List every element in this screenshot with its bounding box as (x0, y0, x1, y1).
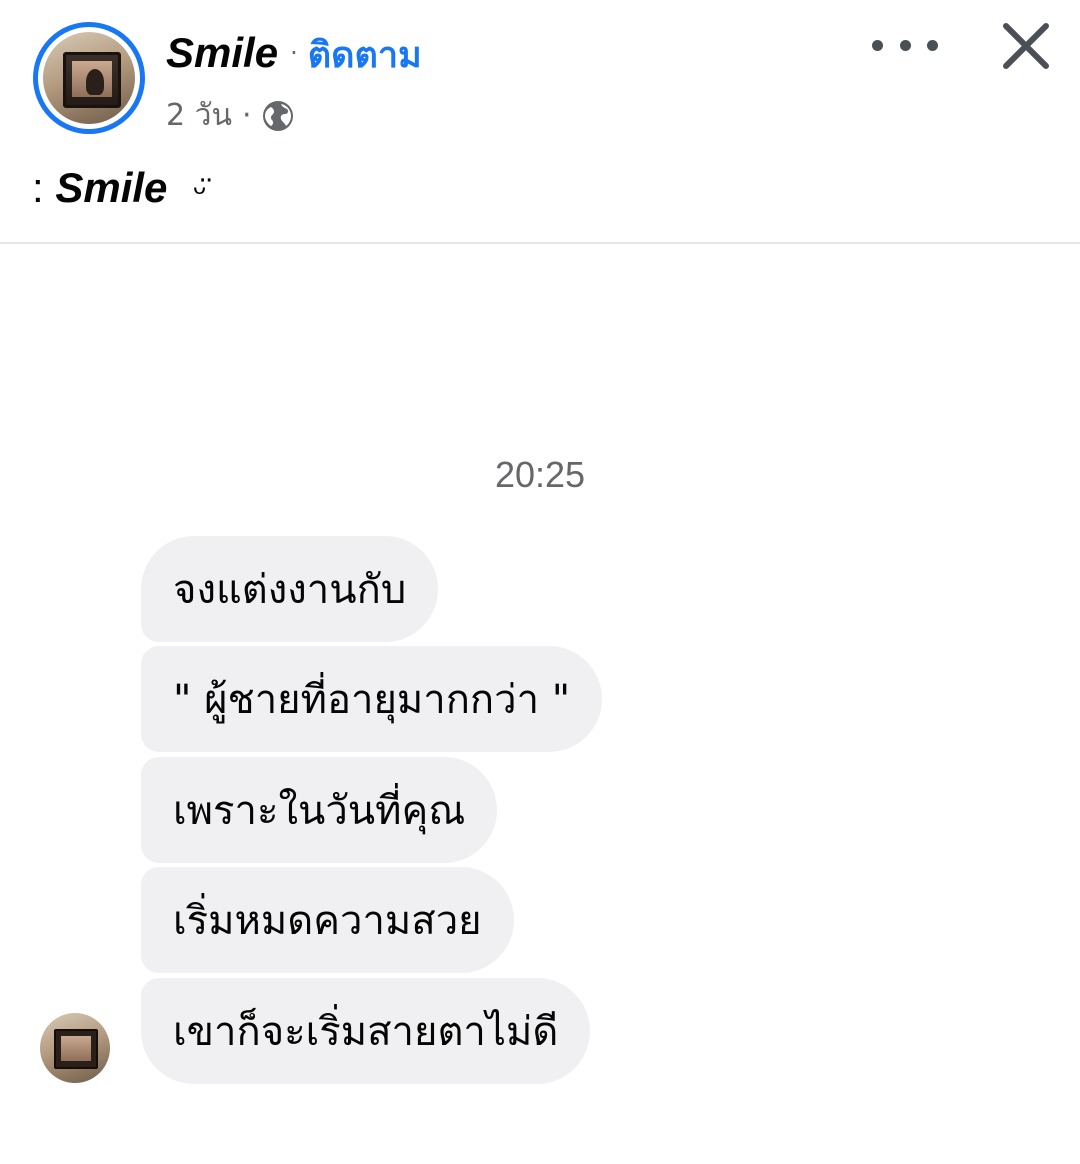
close-icon (1003, 23, 1049, 69)
meta-separator: · (241, 98, 252, 133)
sender-avatar (40, 1013, 110, 1083)
message-bubble: จงแต่งงานกับ (141, 536, 439, 642)
post-caption: : Smile ᵕ̈ (32, 164, 206, 212)
message-bubble: " ผู้ชายที่อายุมากกว่า " (141, 646, 603, 752)
author-avatar-image (43, 32, 135, 124)
divider (0, 242, 1080, 244)
author-name[interactable]: Smile (166, 29, 278, 77)
globe-icon[interactable] (262, 100, 294, 132)
message-bubble: เริ่มหมดความสวย (141, 867, 514, 973)
chat-timestamp: 20:25 (494, 454, 586, 495)
follow-button[interactable]: ติดตาม (308, 26, 422, 83)
header-separator: · (290, 39, 298, 67)
close-button[interactable] (998, 18, 1054, 74)
more-horizontal-icon (872, 39, 883, 51)
caption-prefix: : (32, 164, 44, 211)
caption-emoticon: ᵕ̈ (193, 172, 206, 210)
post-viewer: Smile · ติดตาม 2 วัน · : Smile ᵕ̈ 20:25 … (0, 0, 1080, 1164)
post-timestamp[interactable]: 2 วัน (166, 92, 232, 139)
message-bubble: เขาก็จะเริ่มสายตาไม่ดี (141, 978, 591, 1084)
more-options-button[interactable] (872, 30, 938, 60)
message-bubble: เพราะในวันที่คุณ (141, 757, 498, 863)
post-header: Smile · ติดตาม (166, 26, 422, 83)
post-meta: 2 วัน · (166, 92, 294, 139)
caption-name: Smile (55, 164, 168, 211)
author-avatar[interactable] (33, 22, 145, 134)
